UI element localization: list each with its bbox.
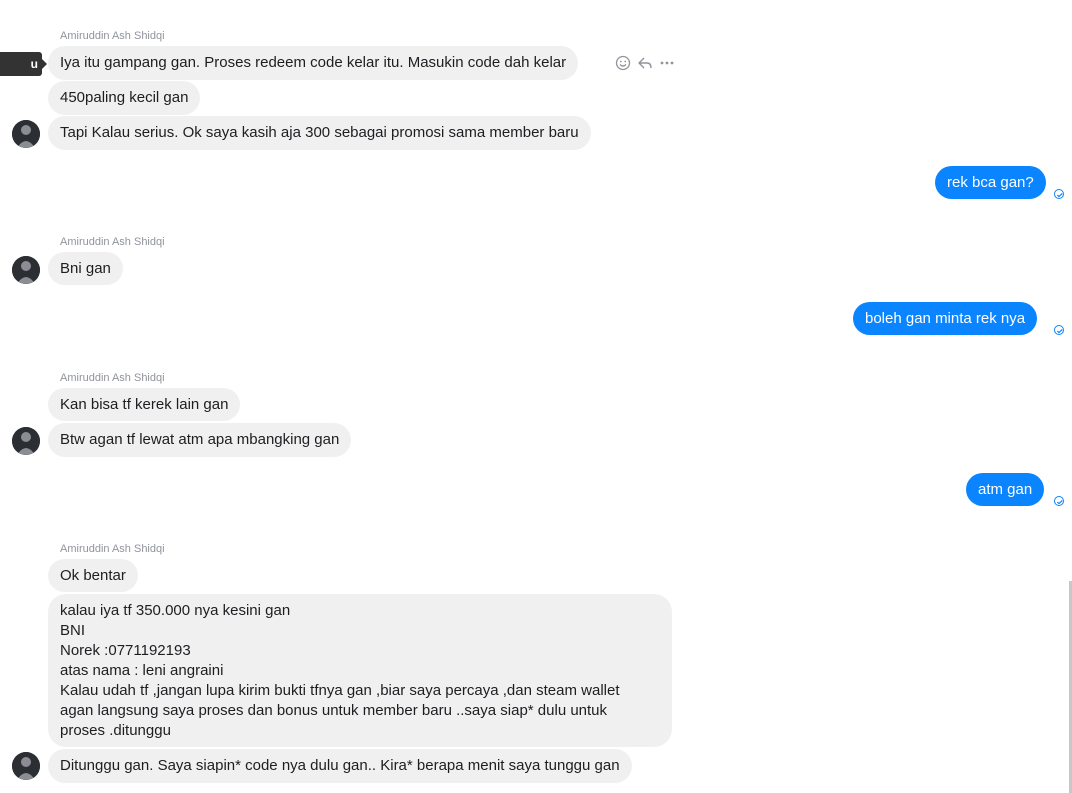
user-avatar[interactable] (12, 752, 40, 780)
reply-arrow-icon[interactable] (636, 54, 654, 72)
outgoing-message[interactable]: boleh gan minta rek nya (853, 302, 1038, 335)
seen-check-icon (1054, 496, 1064, 506)
incoming-message[interactable]: Btw agan tf lewat atm apa mbangking gan (48, 423, 352, 457)
sender-name: Amiruddin Ash Shidqi (60, 30, 165, 42)
sender-name: Amiruddin Ash Shidqi (60, 372, 165, 384)
outgoing-message[interactable]: rek bca gan? (935, 166, 1046, 199)
seen-check-icon (1054, 189, 1064, 199)
incoming-message[interactable]: Bni gan (48, 252, 123, 285)
user-avatar[interactable] (12, 427, 40, 455)
incoming-message[interactable]: kalau iya tf 350.000 nya kesini gan BNI … (48, 594, 672, 747)
more-horizontal-icon[interactable] (658, 54, 676, 72)
incoming-message[interactable]: Iya itu gampang gan. Proses redeem code … (48, 46, 579, 80)
user-avatar[interactable] (12, 256, 40, 284)
incoming-message[interactable]: Ok bentar (48, 559, 138, 592)
emoji-smile-icon[interactable] (614, 54, 632, 72)
incoming-message[interactable]: Kan bisa tf kerek lain gan (48, 388, 241, 421)
outgoing-message[interactable]: atm gan (966, 473, 1045, 506)
message-actions (614, 54, 676, 72)
message-timestamp-tooltip: u 14:10 (0, 52, 47, 95)
incoming-message[interactable]: Tapi Kalau serius. Ok saya kasih aja 300… (48, 116, 591, 150)
user-avatar[interactable] (12, 120, 40, 148)
sender-name: Amiruddin Ash Shidqi (60, 236, 165, 248)
seen-check-icon (1054, 325, 1064, 335)
sender-name: Amiruddin Ash Shidqi (60, 543, 165, 555)
incoming-message[interactable]: 450paling kecil gan (48, 81, 201, 115)
incoming-message[interactable]: Ditunggu gan. Saya siapin* code nya dulu… (48, 749, 632, 783)
